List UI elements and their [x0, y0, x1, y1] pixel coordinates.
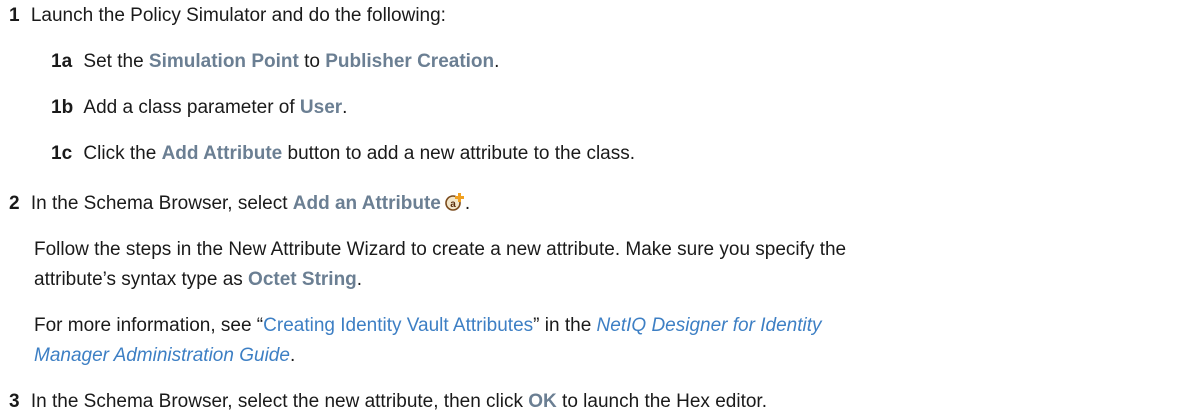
paragraph-text: . — [289, 345, 296, 366]
paragraph-text: For more information, see “ — [34, 315, 264, 336]
ui-term-simulation-point: Simulation Point — [148, 51, 299, 72]
step-2-paragraph-2-line-2: Manager Administration Guide. — [34, 344, 295, 368]
svg-text:a: a — [450, 199, 456, 210]
paragraph-text: Follow the steps in the New Attribute Wi… — [34, 239, 847, 260]
substep-1a: 1a Set the Simulation Point to Publisher… — [51, 50, 499, 74]
substep-text-mid: to — [298, 51, 326, 72]
link-designer-guide[interactable]: NetIQ Designer for Identity — [597, 315, 822, 336]
step-text-post: . — [464, 193, 471, 214]
substep-text-pre: Click the — [83, 143, 162, 164]
link-creating-identity-vault-attributes[interactable]: Creating Identity Vault Attributes — [263, 315, 533, 336]
step-number: 1 — [9, 5, 20, 26]
ui-term-add-attribute: Add Attribute — [161, 143, 283, 164]
step-3: 3 In the Schema Browser, select the new … — [9, 390, 767, 414]
paragraph-text: . — [356, 269, 363, 290]
step-number: 2 — [9, 193, 20, 214]
substep-number: 1b — [51, 97, 74, 118]
ui-term-octet-string: Octet String — [248, 269, 357, 290]
step-text: Launch the Policy Simulator and do the f… — [30, 5, 446, 26]
step-text-post: to launch the Hex editor. — [556, 391, 767, 412]
add-attribute-icon: a — [445, 192, 465, 212]
substep-text-post: button to add a new attribute to the cla… — [282, 143, 636, 164]
step-number: 3 — [9, 391, 20, 412]
substep-text-pre: Set the — [83, 51, 149, 72]
ui-term-add-an-attribute: Add an Attribute — [292, 193, 441, 214]
substep-text-post: . — [494, 51, 500, 72]
paragraph-text: attribute’s syntax type as — [34, 269, 249, 290]
link-designer-guide-continued[interactable]: Manager Administration Guide — [34, 345, 290, 366]
substep-1b: 1b Add a class parameter of User. — [51, 96, 347, 120]
document-page: 1 Launch the Policy Simulator and do the… — [0, 0, 1178, 414]
step-2-paragraph-2-line-1: For more information, see “Creating Iden… — [34, 314, 821, 338]
ui-term-user: User — [299, 97, 343, 118]
step-text-pre: In the Schema Browser, select — [30, 193, 293, 214]
step-1: 1 Launch the Policy Simulator and do the… — [9, 4, 446, 28]
substep-number: 1c — [51, 143, 73, 164]
paragraph-text: ” in the — [533, 315, 597, 336]
step-2-paragraph-1-line-1: Follow the steps in the New Attribute Wi… — [34, 238, 846, 262]
substep-1c: 1c Click the Add Attribute button to add… — [51, 142, 635, 166]
ui-term-ok: OK — [528, 391, 557, 412]
substep-number: 1a — [51, 51, 73, 72]
ui-term-publisher-creation: Publisher Creation — [325, 51, 495, 72]
step-text-pre: In the Schema Browser, select the new at… — [30, 391, 529, 412]
substep-text-post: . — [342, 97, 348, 118]
step-2: 2 In the Schema Browser, select Add an A… — [9, 192, 470, 216]
substep-text-pre: Add a class parameter of — [83, 97, 300, 118]
step-2-paragraph-1-line-2: attribute’s syntax type as Octet String. — [34, 268, 362, 292]
